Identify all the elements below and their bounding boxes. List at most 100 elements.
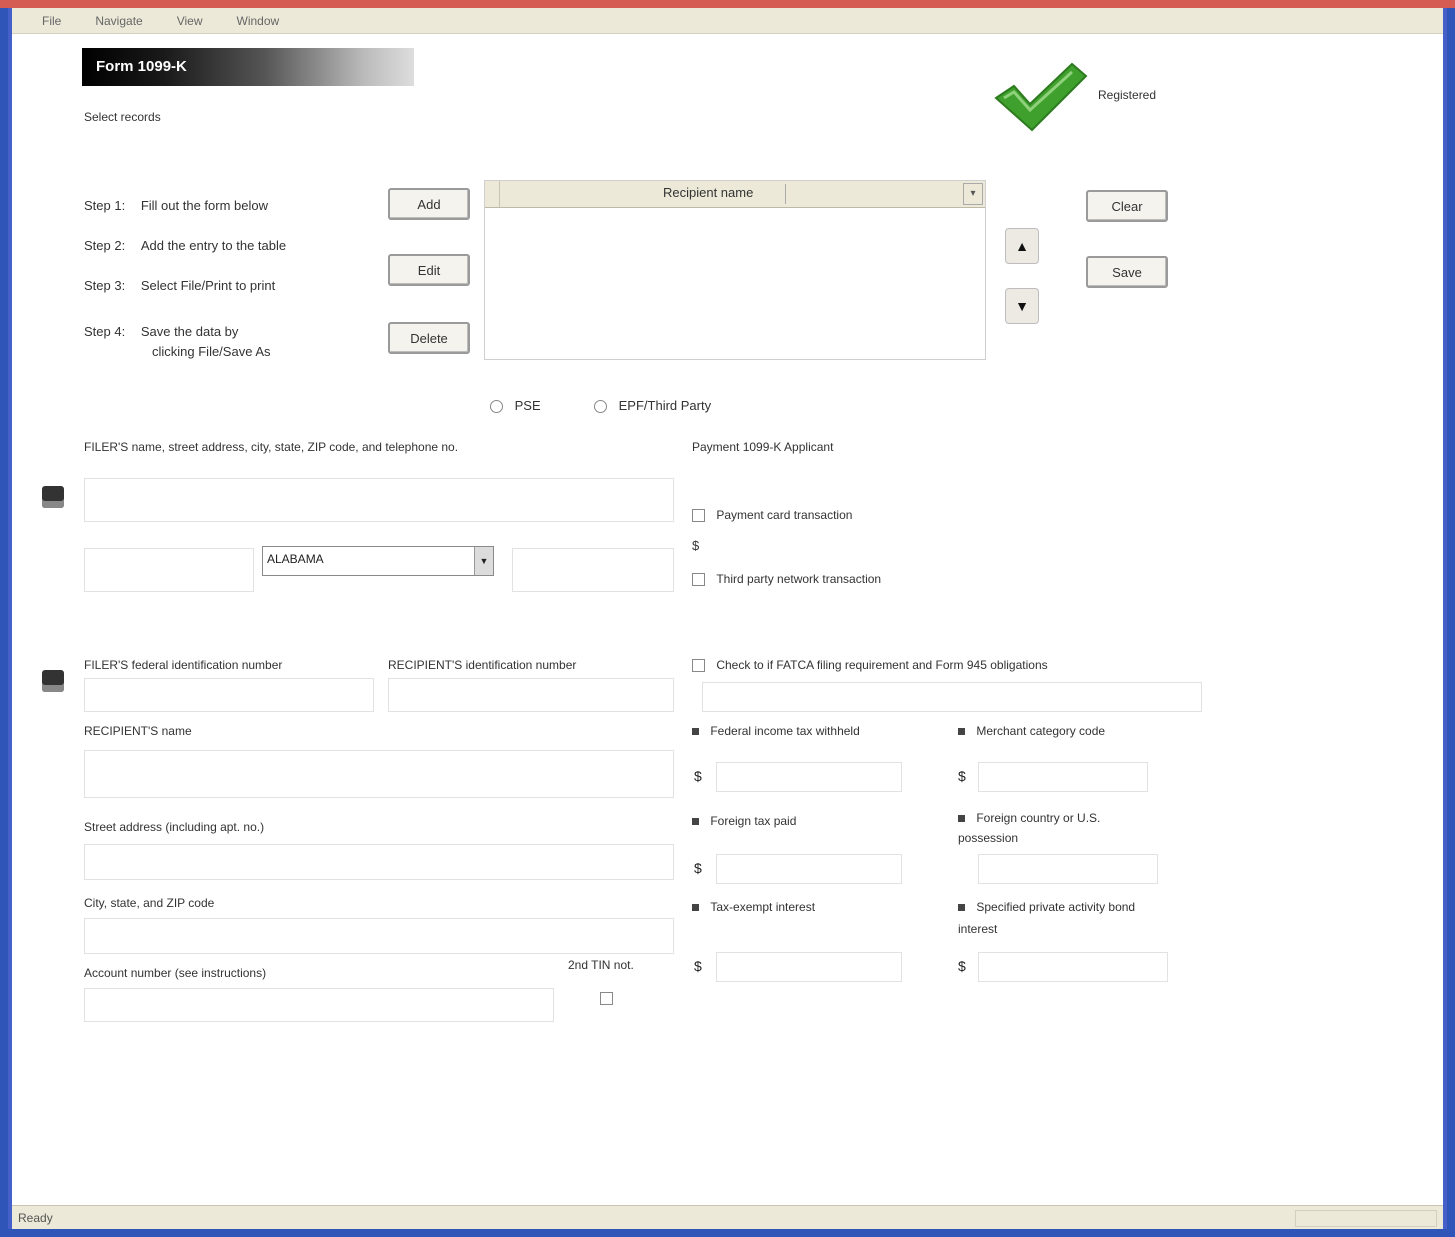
epf-radio[interactable]: [594, 400, 607, 414]
delete-button[interactable]: Delete: [388, 322, 470, 354]
column-chooser-icon[interactable]: ▾: [963, 183, 983, 205]
move-down-icon[interactable]: ▼: [1005, 288, 1039, 324]
payment-card-option[interactable]: Payment card transaction: [692, 508, 853, 523]
filer-type-epf[interactable]: EPF/Third Party: [594, 398, 712, 414]
foreign-tax-label: Foreign tax paid: [710, 814, 797, 828]
merchant-code-label: Merchant category code: [976, 724, 1106, 738]
save-button[interactable]: Save: [1086, 256, 1168, 288]
recipients-table-header: Recipient name ▾: [485, 181, 985, 208]
dollar-sign: $: [958, 958, 966, 974]
box-investment-expenses: Merchant category code: [958, 724, 1105, 738]
filer-tin-label: FILER'S federal identification number: [84, 658, 283, 672]
fatca-label: Check to if FATCA filing requirement and…: [716, 658, 1048, 672]
filer-type-heading: Payment 1099-K Applicant: [692, 440, 834, 454]
filer-type-pse[interactable]: PSE: [490, 398, 541, 414]
step-4-text: Save the data by: [140, 324, 239, 339]
payment-card-label: Payment card transaction: [716, 508, 853, 522]
step-3: Step 3: Select File/Print to print: [84, 278, 275, 293]
city-state-zip-field[interactable]: [84, 918, 674, 954]
box-foreign-country: Foreign country or U.S. possession: [958, 808, 1158, 848]
foreign-country-field[interactable]: [978, 854, 1158, 884]
box-foreign-tax: Foreign tax paid: [692, 814, 796, 828]
edit-button[interactable]: Edit: [388, 254, 470, 286]
dollar-sign: $: [692, 538, 700, 553]
filer-name-field[interactable]: [84, 478, 674, 522]
fatca-field[interactable]: [702, 682, 1202, 712]
dollar-sign: $: [694, 860, 702, 876]
chevron-down-icon[interactable]: ▼: [474, 547, 493, 575]
status-bar: Ready: [12, 1205, 1443, 1229]
recipient-name-field[interactable]: [84, 750, 674, 798]
epf-radio-label: EPF/Third Party: [618, 398, 712, 413]
third-party-label: Third party network transaction: [716, 572, 882, 586]
state-select-value: ALABAMA: [267, 552, 324, 566]
recipients-table[interactable]: Recipient name ▾: [484, 180, 986, 360]
payment-card-checkbox[interactable]: [692, 509, 705, 523]
pse-radio[interactable]: [490, 400, 503, 414]
filer-zip-field[interactable]: [512, 548, 674, 592]
step-4-label: Step 4:: [84, 324, 126, 339]
title-bar[interactable]: [0, 0, 1455, 8]
foreign-tax-field[interactable]: [716, 854, 902, 884]
foreign-country-label: Foreign country or U.S. possession: [958, 811, 1101, 845]
resize-grip[interactable]: [1295, 1210, 1437, 1227]
dollar-sign: $: [694, 958, 702, 974]
form-title-banner: Form 1099-K: [82, 48, 414, 86]
step-1: Step 1: Fill out the form below: [84, 198, 268, 213]
filer-save-disk-icon[interactable]: [42, 486, 64, 508]
step-2-text: Add the entry to the table: [140, 238, 287, 253]
federal-withheld-label: Federal income tax withheld: [710, 724, 860, 738]
merchant-code-field[interactable]: [978, 762, 1148, 792]
menu-file[interactable]: File: [42, 14, 61, 28]
step-2-label: Step 2:: [84, 238, 126, 253]
step-1-text: Fill out the form below: [140, 198, 268, 213]
status-text: Ready: [18, 1210, 53, 1225]
state-select[interactable]: ALABAMA ▼: [262, 546, 494, 576]
specified-bond-field[interactable]: [978, 952, 1168, 982]
box-tax-exempt: Tax-exempt interest: [692, 900, 815, 914]
dollar-sign: $: [958, 768, 966, 784]
tax-exempt-label: Tax-exempt interest: [710, 900, 816, 914]
step-3-label: Step 3:: [84, 278, 126, 293]
second-tin-label: 2nd TIN not.: [568, 958, 634, 972]
menu-window[interactable]: Window: [237, 14, 280, 28]
step-1-label: Step 1:: [84, 198, 126, 213]
registered-check-icon: [994, 62, 1088, 132]
filer-city-field[interactable]: [84, 548, 254, 592]
third-party-option[interactable]: Third party network transaction: [692, 572, 882, 587]
step-2: Step 2: Add the entry to the table: [84, 238, 286, 253]
form-subtitle: Select records: [84, 110, 161, 124]
move-up-icon[interactable]: ▲: [1005, 228, 1039, 264]
recipient-tin-field[interactable]: [388, 678, 674, 712]
street-address-label: Street address (including apt. no.): [84, 820, 265, 834]
tax-exempt-field[interactable]: [716, 952, 902, 982]
box-federal-withheld: Federal income tax withheld: [692, 724, 860, 738]
column-separator: [785, 184, 786, 204]
recipient-name-column[interactable]: Recipient name: [663, 185, 753, 200]
box-specified-bond: Specified private activity bond interest: [958, 896, 1168, 940]
application-window: File Navigate View Window Form 1099-K Se…: [8, 8, 1447, 1229]
federal-withheld-field[interactable]: [716, 762, 902, 792]
account-number-field[interactable]: [84, 988, 554, 1022]
pse-radio-label: PSE: [514, 398, 541, 413]
menu-view[interactable]: View: [177, 14, 203, 28]
step-4-text-line2: clicking File/Save As: [152, 344, 271, 359]
filer-tin-field[interactable]: [84, 678, 374, 712]
add-button[interactable]: Add: [388, 188, 470, 220]
third-party-checkbox[interactable]: [692, 573, 705, 587]
tin-save-disk-icon[interactable]: [42, 670, 64, 692]
step-4: Step 4: Save the data by: [84, 324, 238, 339]
menu-navigate[interactable]: Navigate: [95, 14, 142, 28]
fatca-checkbox[interactable]: [692, 659, 705, 673]
account-number-label: Account number (see instructions): [84, 966, 267, 980]
step-3-text: Select File/Print to print: [140, 278, 276, 293]
recipient-tin-label: RECIPIENT'S identification number: [388, 658, 577, 672]
second-tin-checkbox[interactable]: [600, 992, 613, 1005]
street-address-field[interactable]: [84, 844, 674, 880]
specified-bond-label: Specified private activity bond interest: [958, 900, 1136, 936]
clear-button[interactable]: Clear: [1086, 190, 1168, 222]
fatca-option[interactable]: Check to if FATCA filing requirement and…: [692, 658, 1048, 673]
city-state-zip-label: City, state, and ZIP code: [84, 896, 215, 910]
recipient-name-label: RECIPIENT'S name: [84, 724, 192, 738]
filer-name-address-label: FILER'S name, street address, city, stat…: [84, 440, 459, 454]
